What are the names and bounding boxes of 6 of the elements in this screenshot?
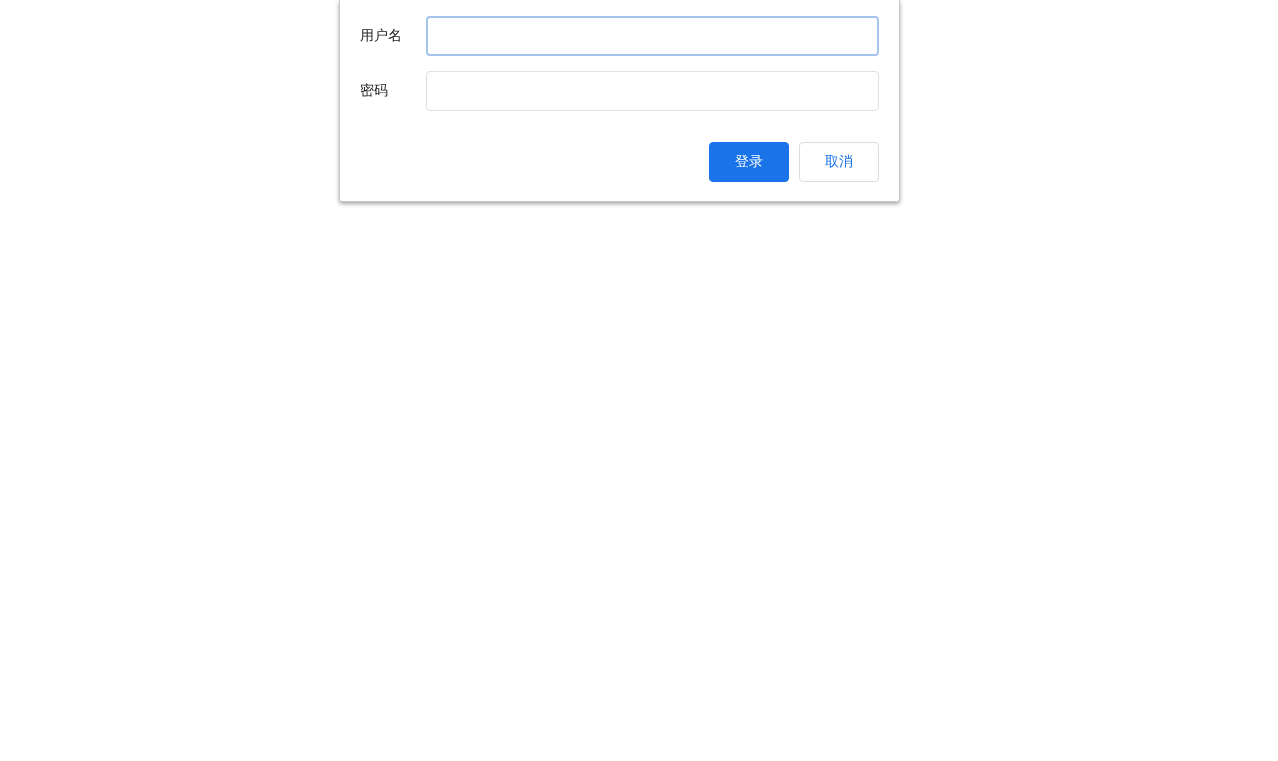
input-field[interactable]	[426, 71, 879, 111]
field-label: 用户名	[360, 27, 403, 45]
input-field[interactable]	[426, 16, 879, 56]
field-label: 密码	[360, 82, 389, 100]
login-button[interactable]: 登录	[709, 142, 789, 182]
cancel-button[interactable]: 取消	[799, 142, 879, 182]
